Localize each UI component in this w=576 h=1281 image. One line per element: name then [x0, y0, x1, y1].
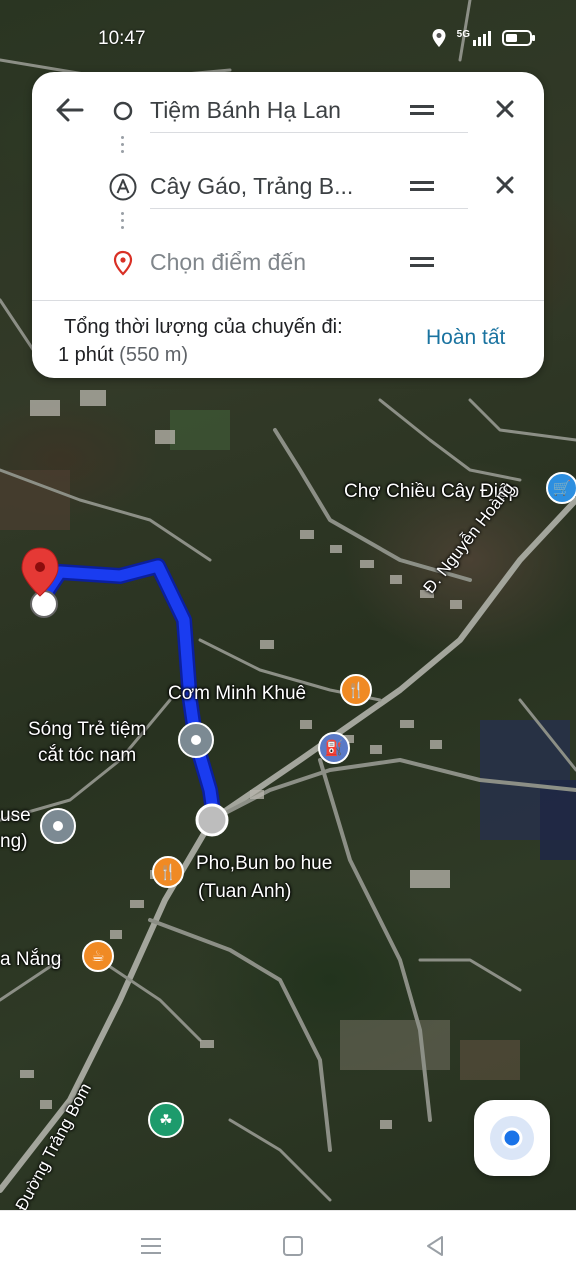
back-icon[interactable] — [422, 1233, 448, 1259]
map-label-a-nang[interactable]: a Nắng — [0, 948, 61, 971]
drag-handle-icon[interactable] — [408, 100, 436, 120]
map-label-house[interactable]: use — [0, 804, 31, 827]
route-stop-a: Cây Gáo, Trảng B... — [32, 148, 544, 224]
system-nav-bar — [0, 1210, 576, 1281]
my-location-button[interactable] — [474, 1100, 550, 1176]
place-marker-icon[interactable] — [40, 808, 76, 844]
map-label-song-tre-line2[interactable]: cắt tóc nam — [38, 744, 136, 767]
trip-summary-value: 1 phút (550 m) — [58, 344, 188, 367]
drag-handle-icon[interactable] — [408, 176, 436, 196]
map-label-com-minh-khue[interactable]: Cơm Minh Khuê — [168, 682, 306, 705]
route-stop-destination: Chọn điểm đến — [32, 224, 544, 300]
close-icon[interactable] — [492, 172, 518, 198]
route-stop-origin: Tiệm Bánh Hạ Lan — [32, 72, 544, 148]
restaurant-icon[interactable]: 🍴 — [340, 674, 372, 706]
map-label-house-line2[interactable]: ng) — [0, 830, 27, 853]
location-icon — [432, 29, 446, 47]
my-location-icon — [490, 1116, 534, 1160]
signal-icon — [473, 31, 491, 46]
map-label-song-tre[interactable]: Sóng Trẻ tiệm — [28, 718, 146, 741]
menu-icon[interactable] — [138, 1233, 164, 1259]
battery-icon — [502, 30, 535, 46]
close-icon[interactable] — [492, 96, 518, 122]
trip-summary-label: Tổng thời lượng của chuyến đi: — [64, 316, 343, 338]
shopping-cart-icon[interactable]: 🛒 — [546, 472, 576, 504]
home-icon[interactable] — [280, 1233, 306, 1259]
drag-handle-icon[interactable] — [408, 252, 436, 272]
gas-station-icon[interactable]: ⛽ — [318, 732, 350, 764]
map-label-pho-bun-line2[interactable]: (Tuan Anh) — [198, 880, 291, 903]
map-label-pho-bun[interactable]: Pho,Bun bo hue — [196, 852, 332, 875]
waypoint-a-marker — [195, 803, 229, 837]
status-bar: 10:47 5G — [0, 22, 576, 56]
origin-circle-icon — [108, 96, 138, 126]
trip-distance: (550 m) — [119, 344, 189, 366]
destination-pin-icon — [108, 248, 138, 278]
directions-panel: Tiệm Bánh Hạ Lan Cây Gáo, Trảng B... Chọ… — [32, 72, 544, 378]
network-type: 5G — [456, 28, 470, 40]
letter-a-icon — [108, 172, 138, 202]
waypoint-start-marker — [30, 590, 58, 618]
restaurant-icon[interactable]: 🍴 — [152, 856, 184, 888]
trip-duration: 1 phút — [58, 344, 114, 366]
park-icon[interactable]: ☘ — [148, 1102, 184, 1138]
status-time: 10:47 — [98, 28, 146, 49]
panel-divider — [32, 300, 544, 301]
place-marker-icon[interactable] — [178, 722, 214, 758]
cafe-icon[interactable]: ☕ — [82, 940, 114, 972]
status-icons: 5G — [431, 28, 536, 48]
done-button[interactable]: Hoàn tất — [426, 326, 505, 350]
